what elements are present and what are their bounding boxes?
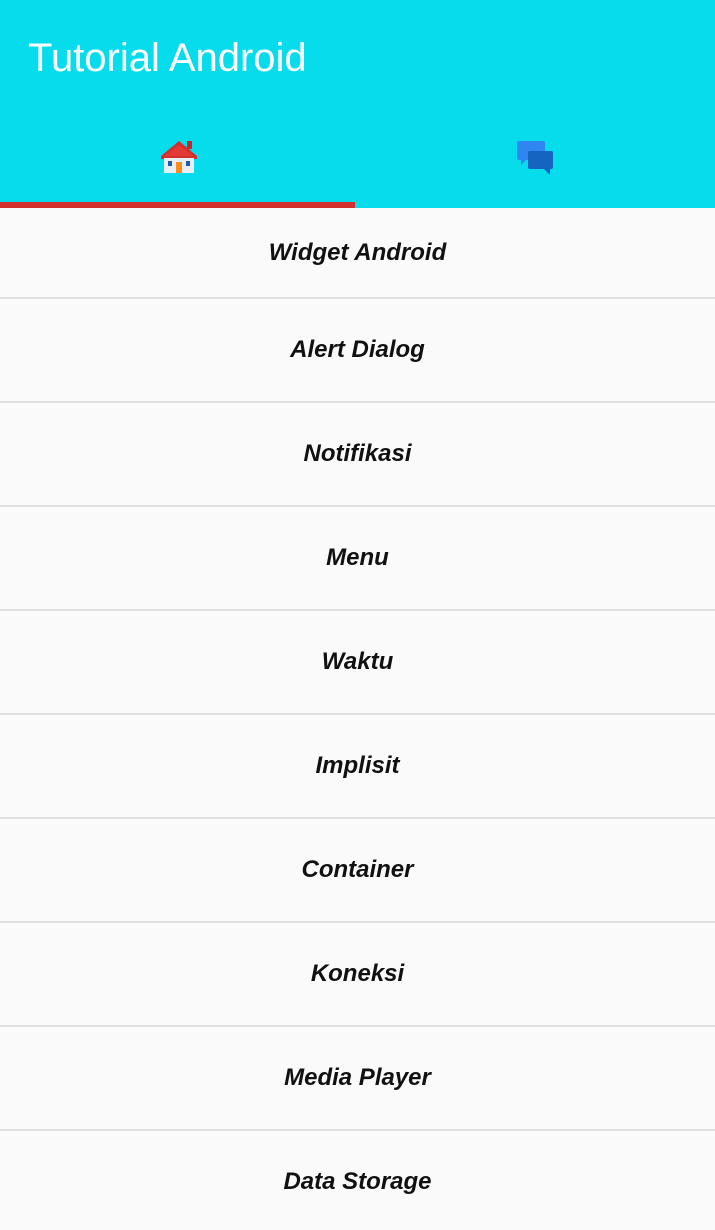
list-item[interactable]: Media Player (0, 1027, 715, 1131)
app-title: Tutorial Android (28, 36, 307, 80)
list-item[interactable]: Widget Android (0, 208, 715, 299)
menu-list: Widget Android Alert Dialog Notifikasi M… (0, 208, 715, 1230)
list-item-label: Waktu (321, 648, 394, 675)
tab-bar (0, 112, 715, 208)
list-item[interactable]: Implisit (0, 715, 715, 819)
list-item[interactable]: Alert Dialog (0, 299, 715, 403)
list-item[interactable]: Waktu (0, 611, 715, 715)
tab-home[interactable] (0, 112, 358, 208)
list-item-label: Notifikasi (303, 440, 412, 467)
list-item[interactable]: Container (0, 819, 715, 923)
list-item[interactable]: Notifikasi (0, 403, 715, 507)
house-icon (160, 141, 197, 173)
tab-chat[interactable] (358, 112, 715, 208)
list-item-label: Koneksi (310, 960, 405, 987)
list-item-label: Alert Dialog (290, 336, 425, 363)
list-item-label: Menu (326, 544, 389, 571)
list-item[interactable]: Menu (0, 507, 715, 611)
app-screen: Tutorial Android Widget Android Alert Di… (0, 0, 715, 1230)
list-item-label: Media Player (284, 1064, 431, 1091)
list-item-label: Container (301, 856, 414, 883)
list-item-label: Widget Android (268, 238, 447, 266)
list-item[interactable]: Data Storage (0, 1131, 715, 1230)
chat-bubbles-icon (517, 141, 554, 175)
app-bar: Tutorial Android (0, 0, 715, 208)
list-item-label: Implisit (315, 752, 400, 779)
list-item[interactable]: Koneksi (0, 923, 715, 1027)
list-item-label: Data Storage (283, 1168, 432, 1195)
